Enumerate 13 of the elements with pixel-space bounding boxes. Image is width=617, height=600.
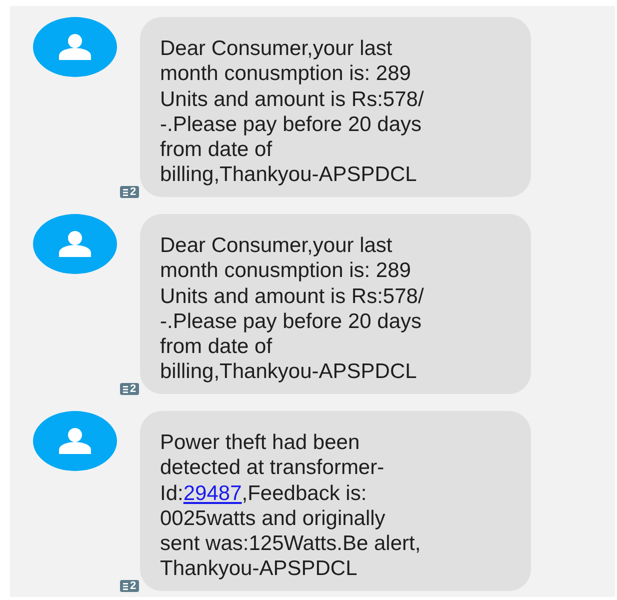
sim-number: 2 xyxy=(130,186,136,198)
person-icon xyxy=(59,34,91,60)
message-text: Power theft had been detected at transformer- Id:29487,Feedback is: 0025watts and originally sent was:125Watts.Be alert, Thankyou-APSPDCL xyxy=(160,430,422,582)
person-icon xyxy=(59,231,91,257)
lines-icon xyxy=(123,188,128,196)
message-text: Dear Consumer,your last month conusmption is: 289 Units and amount is Rs:578/ -.Please pay before 20 days from date of billing,Thankyou-APSPDCL xyxy=(160,233,425,385)
lines-icon xyxy=(123,386,128,392)
person-icon xyxy=(59,428,91,454)
sim-number: 2 xyxy=(130,383,136,395)
number-link[interactable]: 29487 xyxy=(183,482,242,505)
sim-number: 2 xyxy=(130,580,136,592)
message-text: Dear Consumer,your last month conusmption is: 289 Units and amount is Rs:578/ -.Please pay before 20 days from date of billing,Thankyou-APSPDCL xyxy=(160,36,425,188)
lines-icon xyxy=(123,582,128,590)
